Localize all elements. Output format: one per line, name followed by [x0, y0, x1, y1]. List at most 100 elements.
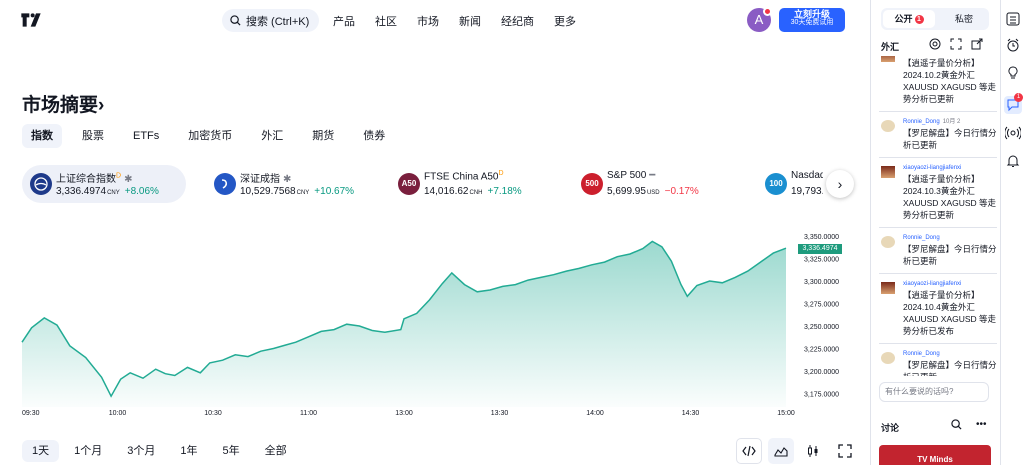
message-author[interactable]: xiaoyaozi-liangjiafenxi: [903, 164, 997, 173]
more-options-icon[interactable]: •••: [976, 419, 987, 430]
message-text: 【逍遥子量价分析】: [903, 58, 980, 68]
index-change: +7.18%: [487, 186, 522, 197]
top-bar: 搜索 (Ctrl+K) 产品 社区 市场 新闻 经纪商 更多 A 立刻升级 30…: [0, 0, 868, 40]
tv-minds-banner[interactable]: TV Minds: [879, 445, 991, 465]
upgrade-button[interactable]: 立刻升级 30天免费试用: [779, 8, 845, 32]
watchlist-icon[interactable]: [1004, 10, 1022, 28]
tab-public-label: 公开: [894, 14, 913, 24]
index-card-szse[interactable]: 深证成指 ✱ 10,529.7568CNY +10.67%: [206, 165, 366, 203]
range-1d[interactable]: 1天: [22, 440, 60, 462]
chart-tools: [736, 438, 864, 464]
tab-crypto[interactable]: 加密货币: [179, 124, 241, 148]
page-title-text: 市场摘要: [22, 95, 99, 116]
alarm-clock-icon[interactable]: [1004, 36, 1022, 54]
chevron-right-icon[interactable]: ›: [826, 170, 854, 198]
index-value: 10,529.7568: [240, 186, 296, 197]
search-icon: [230, 15, 241, 26]
notification-dot: [763, 7, 772, 16]
index-currency: CNH: [469, 190, 483, 196]
search-icon[interactable]: [951, 419, 962, 430]
message-author[interactable]: Ronnie_Dong: [903, 234, 997, 243]
index-value: 19,793.3: [791, 186, 823, 197]
index-name: S&P 500: [607, 170, 647, 181]
chat-scope-toggle: 公开 1 私密: [881, 8, 989, 30]
nav-brokers[interactable]: 经纪商: [501, 13, 534, 29]
message-text: 【罗尼解盘】今日行情分析已更新: [903, 128, 997, 150]
candles-chart-icon[interactable]: [800, 438, 826, 464]
tab-private[interactable]: 私密: [941, 10, 987, 28]
x-tick-label: 10:30: [204, 410, 222, 417]
y-tick-label: 3,200.0000: [804, 369, 839, 376]
message-author[interactable]: Ronnie_Dong: [903, 350, 997, 359]
message-author[interactable]: Ronnie_Dong: [903, 119, 940, 125]
expand-icon[interactable]: [950, 38, 962, 50]
x-tick-label: 09:30: [22, 410, 40, 417]
popout-icon[interactable]: [971, 38, 983, 50]
nav-community[interactable]: 社区: [375, 13, 397, 29]
range-3m[interactable]: 3个月: [117, 440, 165, 462]
x-tick-label: 14:30: [682, 410, 700, 417]
nasdaq-logo-icon: 100: [765, 173, 787, 195]
broadcast-icon[interactable]: [1004, 124, 1022, 142]
tab-indices[interactable]: 指数: [22, 124, 62, 148]
right-toolbar: 1: [1000, 0, 1024, 465]
tab-futures[interactable]: 期货: [303, 124, 343, 148]
fullscreen-icon[interactable]: [832, 438, 858, 464]
mention-icon[interactable]: [929, 38, 941, 50]
message-text: 【罗尼解盘】今日行情分析已更新: [903, 360, 997, 376]
main-nav: 产品 社区 市场 新闻 经纪商 更多: [333, 13, 596, 29]
tradingview-logo-icon[interactable]: [20, 12, 44, 28]
embed-code-icon[interactable]: [736, 438, 762, 464]
market-tabs: 指数 股票 ETFs 加密货币 外汇 期货 债券: [22, 124, 405, 148]
index-currency: CNY: [296, 190, 310, 196]
range-1m[interactable]: 1个月: [64, 440, 112, 462]
bell-icon[interactable]: [1004, 152, 1022, 170]
range-1y[interactable]: 1年: [170, 440, 207, 462]
nav-markets[interactable]: 市场: [417, 13, 439, 29]
index-card-sse[interactable]: 上证综合指数D ✱ 3,336.4974CNY +8.06%: [22, 165, 186, 203]
tab-bonds[interactable]: 债券: [354, 124, 394, 148]
index-card-spx[interactable]: 500 S&P 500 ━ 5,699.95USD −0.17%: [573, 165, 733, 203]
tab-stocks[interactable]: 股票: [73, 124, 113, 148]
range-5y[interactable]: 5年: [213, 440, 250, 462]
chat-message: Ronnie_Dong 10月 2 【罗尼解盘】今日行情分析已更新: [879, 118, 997, 158]
tab-public[interactable]: 公开 1: [883, 10, 935, 28]
page-title[interactable]: 市场摘要›: [22, 90, 104, 117]
search-input[interactable]: 搜索 (Ctrl+K): [222, 9, 319, 32]
chat-panel: 公开1 私密 外汇 xiaoyaozi-liangjiafenxi 【逍遥子量价…: [870, 0, 1000, 465]
message-author[interactable]: xiaoyaozi-liangjiafenxi: [903, 280, 997, 289]
y-tick-label: 3,300.0000: [804, 279, 839, 286]
message-text: 【罗尼解盘】今日行情分析已更新: [903, 244, 997, 266]
nav-products[interactable]: 产品: [333, 13, 355, 29]
chart-area-fill: [22, 241, 786, 407]
index-currency: CNY: [107, 190, 120, 196]
x-tick-label: 14:00: [586, 410, 604, 417]
chat-room-name[interactable]: 外汇: [881, 40, 899, 53]
chat-feed[interactable]: xiaoyaozi-liangjiafenxi 【逍遥子量价分析】2024.10…: [879, 56, 997, 376]
range-all[interactable]: 全部: [255, 440, 297, 462]
chat-message: Ronnie_Dong 【罗尼解盘】今日行情分析已更新: [879, 234, 997, 274]
lightbulb-icon[interactable]: [1004, 64, 1022, 82]
index-card-nasdaq[interactable]: 100 Nasdaq 1 19,793.3: [757, 165, 823, 203]
x-tick-label: 13:30: [491, 410, 509, 417]
x-tick-label: 13:00: [395, 410, 413, 417]
chat-message-input[interactable]: 有什么要说的话吗?: [879, 382, 989, 402]
upgrade-subtitle: 30天免费试用: [790, 19, 834, 27]
y-tick-label: 3,250.0000: [804, 324, 839, 331]
user-avatar: [881, 56, 895, 62]
index-value: 14,016.62: [424, 186, 469, 197]
tab-forex[interactable]: 外汇: [252, 124, 292, 148]
market-status-icon: ━: [649, 170, 656, 181]
y-tick-label: 3,275.0000: [804, 302, 839, 309]
index-card-a50[interactable]: A50 FTSE China A50D 14,016.62CNH +7.18%: [390, 165, 550, 203]
area-chart-icon[interactable]: [768, 438, 794, 464]
index-change: +8.06%: [124, 186, 159, 197]
index-currency: USD: [646, 190, 660, 196]
index-name: Nasdaq 1: [791, 170, 823, 181]
index-name: FTSE China A50: [424, 171, 499, 183]
index-area-chart[interactable]: 3,175.0000 3,200.0000 3,225.0000 3,250.0000…: [0, 225, 860, 425]
tab-etfs[interactable]: ETFs: [124, 124, 168, 148]
user-avatar: [881, 236, 895, 248]
nav-news[interactable]: 新闻: [459, 13, 481, 29]
nav-more[interactable]: 更多: [554, 13, 576, 29]
